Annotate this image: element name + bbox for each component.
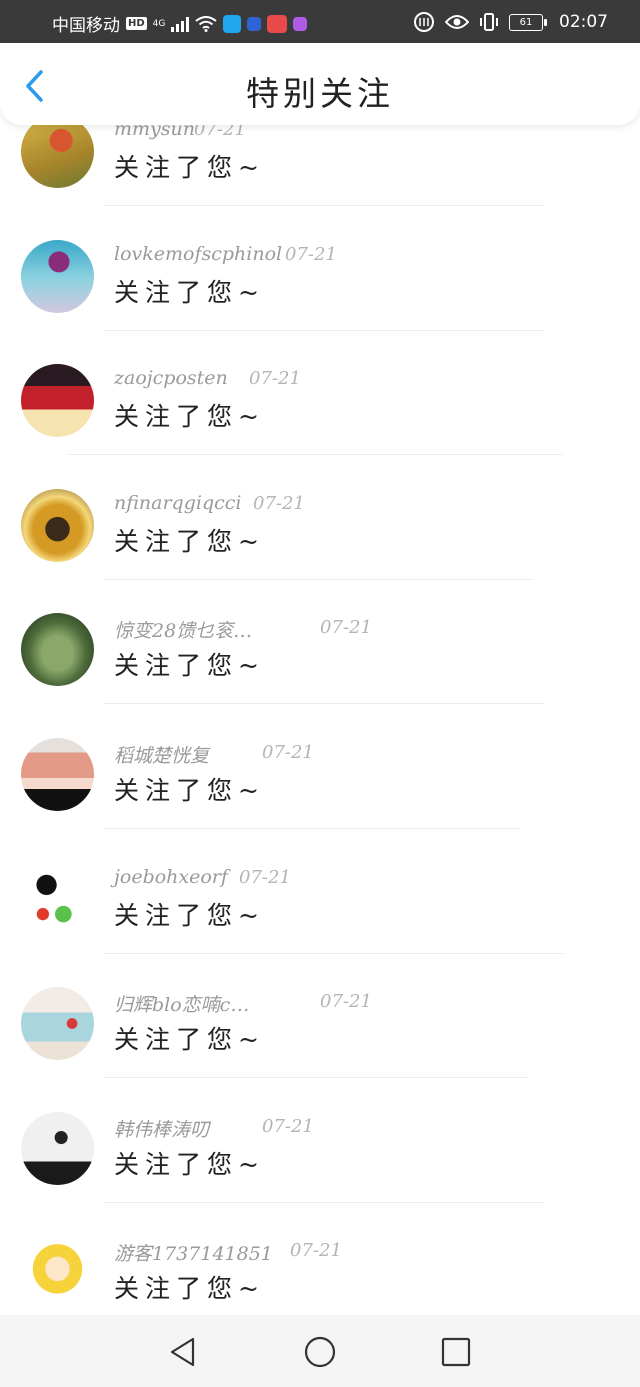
message-text: 关注了您~ [114, 1149, 265, 1179]
list-item[interactable]: 归辉blo恋喃c… 07-21 关注了您~ [0, 954, 640, 1079]
post-date: 07-21 [262, 1115, 314, 1137]
message-text: 关注了您~ [114, 277, 265, 307]
message-text: 关注了您~ [114, 1025, 265, 1055]
wallet-app-icon [293, 16, 308, 31]
hd-badge: HD [126, 17, 147, 30]
list-item[interactable]: lovkemofscphinol 07-21 关注了您~ [0, 207, 640, 332]
user-name[interactable]: joebohxeorf [114, 866, 228, 888]
list-item[interactable]: 惊变28馈乜衮… 07-21 关注了您~ [0, 580, 640, 705]
user-name[interactable]: 稻城楚恍复 [114, 741, 209, 768]
nfc-icon [414, 12, 434, 32]
security-app-icon [247, 16, 262, 31]
user-name[interactable]: nfinarqgiqcci [114, 492, 241, 514]
post-date: 07-21 [320, 991, 372, 1013]
list-item[interactable]: joebohxeorf 07-21 关注了您~ [0, 830, 640, 955]
user-name[interactable]: 惊变28馈乜衮… [114, 616, 252, 643]
avatar[interactable] [21, 613, 94, 687]
user-name[interactable]: 游客1737141851 [114, 1239, 273, 1266]
avatar[interactable] [21, 1236, 94, 1310]
user-name[interactable]: lovkemofscphinol [114, 243, 282, 265]
signal-icon [171, 16, 190, 32]
network-type: 4G [152, 18, 166, 29]
page-title: 特别关注 [246, 74, 394, 113]
triangle-back-icon[interactable] [166, 1335, 200, 1369]
post-date: 07-21 [320, 617, 372, 639]
message-text: 关注了您~ [114, 1274, 265, 1304]
post-date: 07-21 [253, 492, 305, 514]
user-name[interactable]: 归辉blo恋喃c… [114, 990, 249, 1017]
list-item[interactable]: 稻城楚恍复 07-21 关注了您~ [0, 705, 640, 830]
avatar[interactable] [21, 115, 94, 188]
post-date: 07-21 [290, 1240, 342, 1262]
avatar[interactable] [21, 862, 94, 936]
eye-icon [445, 15, 469, 29]
calendar-app-icon [267, 14, 288, 33]
list-item[interactable]: zaojcposten 07-21 关注了您~ [0, 331, 640, 456]
user-name[interactable]: zaojcposten [114, 367, 228, 389]
app-header: 特别关注 [0, 43, 640, 125]
post-date: 07-21 [262, 741, 314, 763]
avatar[interactable] [21, 1111, 94, 1185]
list-item[interactable]: 游客1737141851 07-21 关注了您~ [0, 1203, 640, 1328]
battery-icon: 61 [509, 13, 547, 31]
message-text: 关注了您~ [114, 775, 265, 805]
message-text: 关注了您~ [114, 402, 265, 432]
circle-home-icon[interactable] [303, 1335, 337, 1369]
message-text: 关注了您~ [114, 651, 265, 681]
clock: 02:07 [559, 12, 608, 32]
post-date: 07-21 [285, 243, 337, 265]
carrier-label: 中国移动 [52, 16, 120, 36]
avatar[interactable] [21, 737, 94, 811]
avatar[interactable] [21, 488, 94, 562]
square-recents-icon[interactable] [439, 1335, 473, 1369]
message-text: 关注了您~ [114, 526, 265, 556]
user-name[interactable]: 韩伟棒涛叨 [114, 1115, 209, 1142]
avatar[interactable] [21, 239, 94, 313]
list-item[interactable]: 韩伟棒涛叨 07-21 关注了您~ [0, 1079, 640, 1204]
status-bar: 中国移动 HD 4G 61 02:07 [0, 0, 640, 43]
post-date: 07-21 [239, 866, 291, 888]
avatar[interactable] [21, 987, 94, 1061]
system-nav-bar [0, 1315, 640, 1387]
wifi-icon [195, 15, 217, 32]
list-item[interactable]: nfinarqgiqcci 07-21 关注了您~ [0, 456, 640, 581]
vibrate-icon [480, 13, 498, 31]
message-text: 关注了您~ [114, 900, 265, 930]
message-text: 关注了您~ [114, 153, 265, 182]
search-app-icon [223, 14, 242, 33]
avatar[interactable] [21, 364, 94, 438]
post-date: 07-21 [249, 368, 301, 390]
notification-list: mmysun 07-21 关注了您~ lovkemofscphinol 07-2… [0, 82, 640, 1328]
